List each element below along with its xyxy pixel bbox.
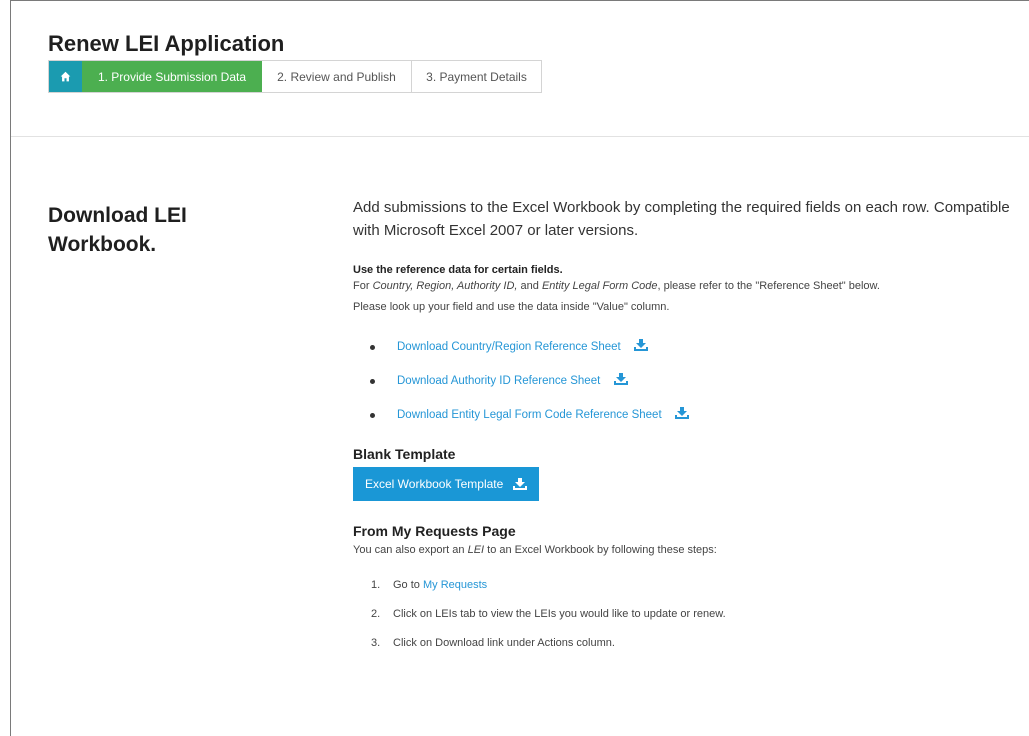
app-window: Renew LEI Application 1. Provide Submiss… bbox=[10, 0, 1029, 736]
step-review-and-publish[interactable]: 2. Review and Publish bbox=[262, 61, 412, 92]
progress-steps: 1. Provide Submission Data 2. Review and… bbox=[48, 60, 542, 93]
reference-field-elf: Entity Legal Form Code bbox=[541, 280, 658, 292]
download-icon bbox=[513, 478, 528, 490]
intro-text: Add submissions to the Excel Workbook by… bbox=[353, 199, 1010, 239]
reference-links-list: Download Country/Region Reference Sheet … bbox=[353, 330, 1013, 432]
export-steps-list: 1. Go to My Requests 2. Click on LEIs tab … bbox=[353, 578, 1013, 665]
download-country-region-link[interactable]: Download Country/Region Reference Sheet bbox=[397, 341, 621, 353]
bullet bbox=[370, 379, 375, 384]
list-item: Download Authority ID Reference Sheet bbox=[353, 364, 1013, 398]
download-icon[interactable] bbox=[613, 365, 628, 385]
bullet bbox=[370, 413, 375, 418]
reference-title: Use the reference data for certain field… bbox=[353, 264, 563, 276]
reference-field-list: Country, Region, Authority ID, bbox=[372, 280, 518, 292]
step-provide-submission-data[interactable]: 1. Provide Submission Data bbox=[82, 61, 262, 92]
excel-workbook-template-button[interactable]: Excel Workbook Template bbox=[353, 467, 540, 501]
list-item: 3. Click on Download link under Actions c… bbox=[371, 637, 615, 649]
export-instructions: You can also export an LEI to an Excel W… bbox=[353, 544, 717, 556]
main-content: Add submissions to the Excel Workbook by… bbox=[353, 196, 1013, 665]
my-requests-link[interactable]: My Requests bbox=[423, 579, 487, 591]
my-requests-title: From My Requests Page bbox=[353, 523, 516, 539]
download-icon[interactable] bbox=[633, 331, 648, 351]
reference-instructions-2: Please look up your field and use the da… bbox=[353, 301, 670, 313]
page-header: Renew LEI Application 1. Provide Submiss… bbox=[11, 1, 1029, 137]
list-item: Download Entity Legal Form Code Referenc… bbox=[353, 398, 1013, 432]
list-item: 2. Click on LEIs tab to view the LEIs you… bbox=[371, 608, 726, 620]
home-icon bbox=[60, 71, 71, 82]
reference-instructions: For Country, Region, Authority ID, and E… bbox=[353, 280, 880, 292]
page-title: Renew LEI Application bbox=[48, 31, 285, 56]
download-authority-id-link[interactable]: Download Authority ID Reference Sheet bbox=[397, 375, 600, 387]
list-item: Download Country/Region Reference Sheet bbox=[353, 330, 1013, 364]
download-entity-legal-form-link[interactable]: Download Entity Legal Form Code Referenc… bbox=[397, 409, 662, 421]
step-payment-details[interactable]: 3. Payment Details bbox=[412, 61, 541, 92]
button-label: Excel Workbook Template bbox=[365, 477, 504, 491]
home-step[interactable] bbox=[49, 61, 82, 92]
blank-template-title: Blank Template bbox=[353, 446, 456, 462]
bullet bbox=[370, 345, 375, 350]
list-item: 1. Go to My Requests bbox=[371, 579, 488, 591]
download-icon[interactable] bbox=[674, 399, 689, 419]
section-heading: Download LEI Workbook. bbox=[48, 204, 187, 257]
